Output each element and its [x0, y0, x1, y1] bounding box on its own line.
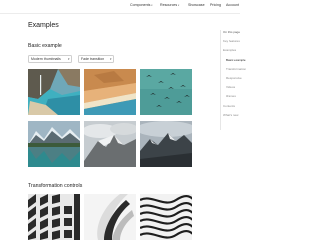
toc-item-responsive[interactable]: Responsive	[226, 76, 242, 80]
toc-item-basic-example[interactable]: Basic example	[226, 58, 246, 62]
nav-item-label: Account	[226, 3, 239, 7]
toc-item-transformation[interactable]: Transformation	[226, 67, 246, 71]
toc-item-key-features[interactable]: Key features	[223, 39, 240, 43]
top-navigation: Components▾ Resources▾ Showcase Pricing …	[0, 0, 240, 14]
toc-item-contents[interactable]: Contents	[223, 104, 235, 108]
nav-item-resources[interactable]: Resources▾	[160, 3, 179, 8]
toc-item-iframes[interactable]: iframes	[226, 94, 236, 98]
chevron-down-icon: ▾	[109, 57, 112, 61]
page-title: Examples	[28, 22, 59, 29]
gallery-image-dark-mountains[interactable]	[140, 121, 192, 167]
toc-item-whats-new[interactable]: What's new	[223, 113, 238, 117]
gallery-image-mountain-lake[interactable]	[28, 121, 80, 167]
transition-select[interactable]: Fade transition ▾	[78, 55, 114, 63]
toc-item-videos[interactable]: Videos	[226, 85, 235, 89]
thumbnails-style-select[interactable]: Modern thumbnails ▾	[28, 55, 72, 63]
nav-item-label: Showcase	[188, 3, 205, 7]
nav-item-showcase[interactable]: Showcase	[188, 3, 205, 8]
nav-item-pricing[interactable]: Pricing	[210, 3, 221, 8]
gallery-image-waves[interactable]	[140, 194, 192, 240]
gallery-image-dunes[interactable]	[84, 69, 136, 115]
chevron-down-icon: ▾	[67, 57, 70, 61]
nav-item-label: Components	[130, 3, 151, 7]
nav-item-label: Resources	[160, 3, 178, 7]
chevron-down-icon: ▾	[177, 4, 180, 7]
toc-heading: On this page	[223, 30, 241, 34]
gallery-image-sculpture[interactable]	[84, 194, 136, 240]
table-of-contents: On this page Key features Examples Basic…	[220, 30, 246, 130]
gallery-image-birds[interactable]	[140, 69, 192, 115]
select-value: Modern thumbnails	[31, 57, 61, 61]
nav-item-label: Pricing	[210, 3, 221, 7]
section-title-transformation-controls: Transformation controls	[28, 183, 83, 189]
chevron-down-icon: ▾	[151, 4, 153, 7]
toc-item-examples[interactable]: Examples	[223, 48, 236, 52]
nav-item-components[interactable]: Components▾	[130, 3, 153, 8]
gallery-image-facade[interactable]	[28, 194, 80, 240]
gallery-image-snowy-mountain[interactable]	[84, 121, 136, 167]
nav-item-account[interactable]: Account	[226, 3, 239, 8]
gallery-image-coast[interactable]	[28, 69, 80, 115]
select-value: Fade transition	[81, 57, 105, 61]
section-title-basic-example: Basic example	[28, 43, 62, 49]
